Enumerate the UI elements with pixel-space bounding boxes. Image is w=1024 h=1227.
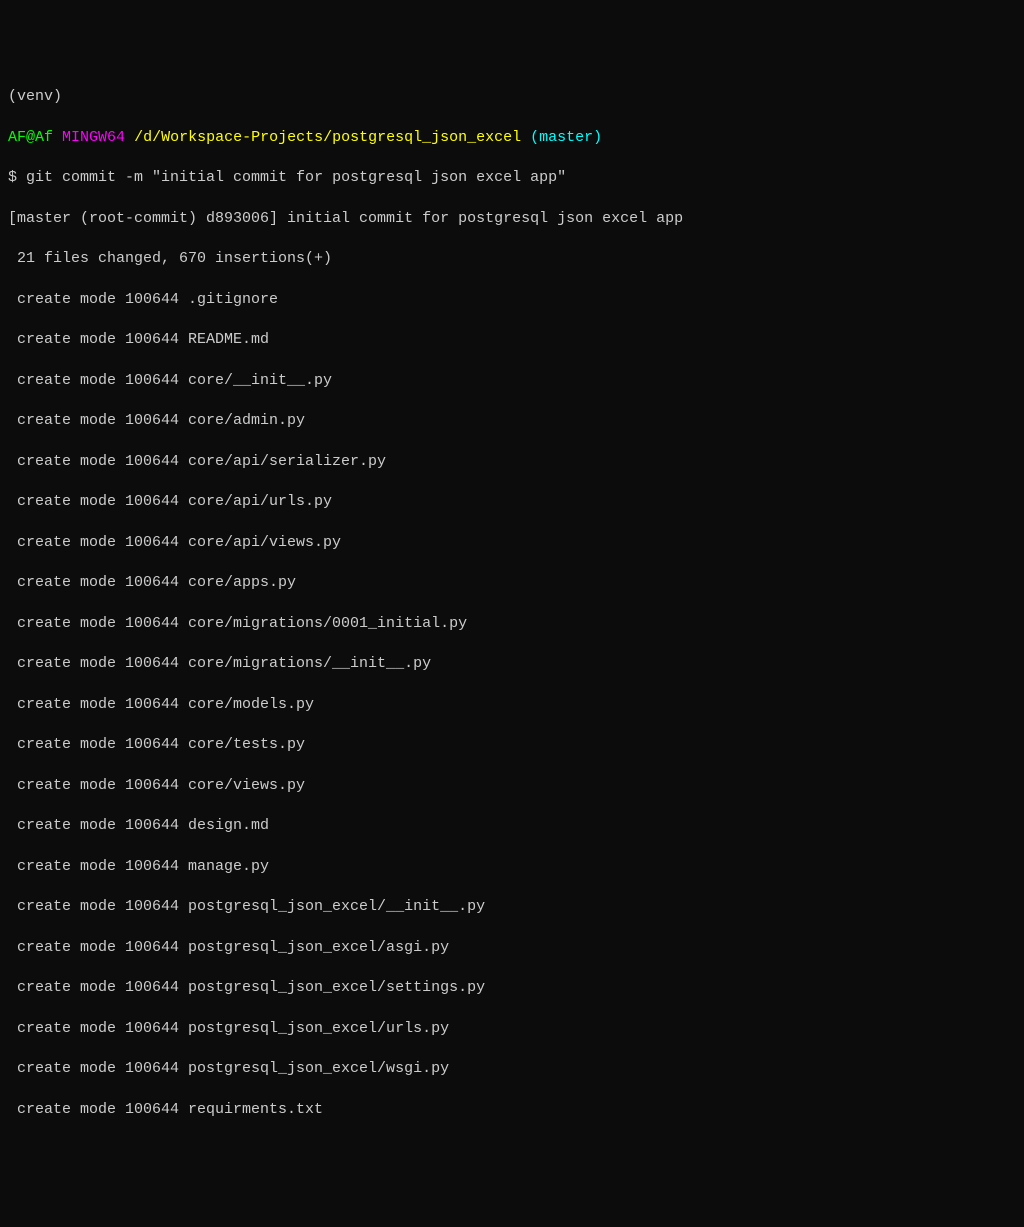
terminal-output[interactable]: (venv) AF@Af MINGW64 /d/Workspace-Projec… xyxy=(8,87,1016,1120)
created-file-line: create mode 100644 core/tests.py xyxy=(8,735,1016,755)
created-file-line: create mode 100644 core/apps.py xyxy=(8,573,1016,593)
created-file-line: create mode 100644 core/api/serializer.p… xyxy=(8,452,1016,472)
created-file-line: create mode 100644 core/admin.py xyxy=(8,411,1016,431)
command-text: git commit -m "initial commit for postgr… xyxy=(26,169,566,186)
created-file-line: create mode 100644 manage.py xyxy=(8,857,1016,877)
created-file-line: create mode 100644 postgresql_json_excel… xyxy=(8,1019,1016,1039)
created-file-line: create mode 100644 core/migrations/__ini… xyxy=(8,654,1016,674)
created-file-line: create mode 100644 README.md xyxy=(8,330,1016,350)
created-file-line: create mode 100644 core/migrations/0001_… xyxy=(8,614,1016,634)
created-file-line: create mode 100644 core/__init__.py xyxy=(8,371,1016,391)
commit-summary: 21 files changed, 670 insertions(+) xyxy=(8,249,1016,269)
git-branch: (master) xyxy=(530,129,602,146)
created-file-line: create mode 100644 .gitignore xyxy=(8,290,1016,310)
created-file-line: create mode 100644 postgresql_json_excel… xyxy=(8,897,1016,917)
created-file-line: create mode 100644 postgresql_json_excel… xyxy=(8,938,1016,958)
shell-prompt: $ xyxy=(8,169,26,186)
command-line: $ git commit -m "initial commit for post… xyxy=(8,168,1016,188)
user-host: AF@Af xyxy=(8,129,53,146)
working-directory: /d/Workspace-Projects/postgresql_json_ex… xyxy=(134,129,521,146)
created-file-line: create mode 100644 postgresql_json_excel… xyxy=(8,1059,1016,1079)
commit-result: [master (root-commit) d893006] initial c… xyxy=(8,209,1016,229)
prompt-line: AF@Af MINGW64 /d/Workspace-Projects/post… xyxy=(8,128,1016,148)
created-file-line: create mode 100644 requirments.txt xyxy=(8,1100,1016,1120)
created-file-line: create mode 100644 core/api/views.py xyxy=(8,533,1016,553)
created-file-line: create mode 100644 core/api/urls.py xyxy=(8,492,1016,512)
mingw-label: MINGW64 xyxy=(62,129,125,146)
venv-indicator: (venv) xyxy=(8,87,1016,107)
created-file-line: create mode 100644 core/views.py xyxy=(8,776,1016,796)
created-file-line: create mode 100644 postgresql_json_excel… xyxy=(8,978,1016,998)
created-file-line: create mode 100644 design.md xyxy=(8,816,1016,836)
created-files-list: create mode 100644 .gitignore create mod… xyxy=(8,290,1016,1120)
created-file-line: create mode 100644 core/models.py xyxy=(8,695,1016,715)
